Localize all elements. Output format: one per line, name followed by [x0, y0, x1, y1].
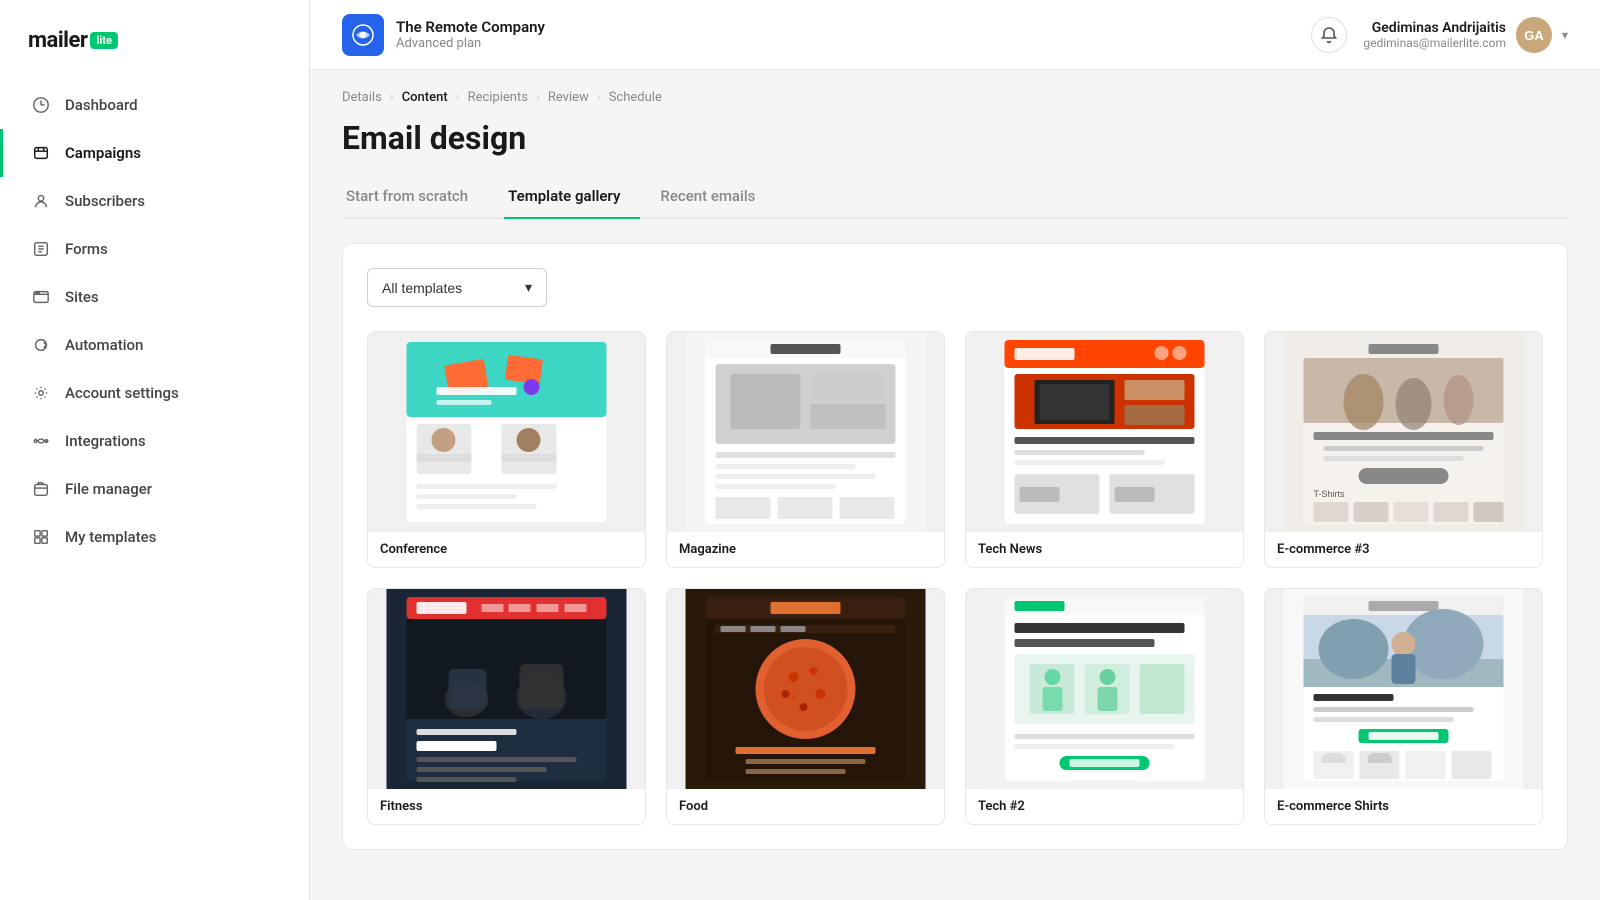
sidebar-item-automation-label: Automation [65, 336, 143, 354]
campaigns-icon [31, 143, 51, 163]
sidebar-item-sites[interactable]: Sites [0, 273, 309, 321]
breadcrumb-review[interactable]: Review [548, 90, 589, 105]
template-label-magazine: Magazine [667, 532, 944, 567]
sidebar-item-dashboard-label: Dashboard [65, 96, 138, 114]
breadcrumb-recipients[interactable]: Recipients [468, 90, 528, 105]
template-label-tech-news: Tech News [966, 532, 1243, 567]
logo-text: mailer [28, 28, 87, 53]
template-thumb-magazine [667, 332, 944, 532]
template-label-ecommerce-3: E-commerce #3 [1265, 532, 1542, 567]
page-title: Email design [342, 119, 1568, 157]
user-menu[interactable]: Gediminas Andrijaitis gediminas@mailerli… [1363, 17, 1568, 53]
settings-icon [31, 383, 51, 403]
template-card-tech-news[interactable]: Tech News [965, 331, 1244, 568]
sidebar: mailerlite Dashboard [0, 0, 310, 900]
template-thumb-ecommerce-3: T-Shirts [1265, 332, 1542, 532]
chevron-down-icon: ▾ [1562, 28, 1568, 42]
sidebar-nav: Dashboard Campaigns Subscrib [0, 73, 309, 900]
template-label-ecommerce-shirt: E-commerce Shirts [1265, 789, 1542, 824]
breadcrumb-sep-2: › [456, 90, 460, 105]
breadcrumb: Details › Content › Recipients › Review … [342, 70, 1568, 119]
svg-text:T-Shirts: T-Shirts [1314, 489, 1346, 499]
breadcrumb-content[interactable]: Content [402, 90, 448, 105]
sidebar-item-file-manager-label: File manager [65, 480, 152, 498]
content-area: Details › Content › Recipients › Review … [310, 70, 1600, 900]
template-label-food: Food [667, 789, 944, 824]
subscribers-icon [31, 191, 51, 211]
breadcrumb-details[interactable]: Details [342, 90, 382, 105]
dashboard-icon [31, 95, 51, 115]
template-thumb-conference [368, 332, 645, 532]
gallery-container: All templates ▾ [342, 243, 1568, 850]
company-plan: Advanced plan [396, 36, 545, 51]
sidebar-item-forms-label: Forms [65, 240, 108, 258]
template-card-conference[interactable]: Conference [367, 331, 646, 568]
breadcrumb-schedule[interactable]: Schedule [609, 90, 662, 105]
notifications-button[interactable] [1311, 17, 1347, 53]
company-name: The Remote Company [396, 18, 545, 36]
logo-badge: lite [90, 32, 118, 49]
sidebar-item-subscribers-label: Subscribers [65, 192, 145, 210]
breadcrumb-sep-4: › [597, 90, 601, 105]
sidebar-item-campaigns[interactable]: Campaigns [0, 129, 309, 177]
sidebar-item-campaigns-label: Campaigns [65, 144, 141, 162]
templates-icon [31, 527, 51, 547]
filter-label: All templates [382, 280, 462, 296]
template-card-fitness[interactable]: Fitness [367, 588, 646, 825]
breadcrumb-sep-1: › [390, 90, 394, 105]
tab-recent-emails[interactable]: Recent emails [656, 177, 775, 219]
user-avatar: GA [1516, 17, 1552, 53]
files-icon [31, 479, 51, 499]
dropdown-chevron-icon: ▾ [525, 279, 532, 296]
template-thumb-tech-news [966, 332, 1243, 532]
templates-grid: Conference [367, 331, 1543, 825]
user-name: Gediminas Andrijaitis [1363, 20, 1506, 36]
template-label-fitness: Fitness [368, 789, 645, 824]
filter-dropdown[interactable]: All templates ▾ [367, 268, 547, 307]
template-thumb-ecommerce-shirt [1265, 589, 1542, 789]
topbar: The Remote Company Advanced plan Gedimin… [310, 0, 1600, 70]
template-card-ecommerce-3[interactable]: T-Shirts E-commerce #3 [1264, 331, 1543, 568]
template-thumb-tech-2 [966, 589, 1243, 789]
tab-bar: Start from scratch Template gallery Rece… [342, 177, 1568, 219]
company-info: The Remote Company Advanced plan [342, 14, 545, 56]
tab-start-from-scratch[interactable]: Start from scratch [342, 177, 488, 219]
template-label-tech-2: Tech #2 [966, 789, 1243, 824]
sites-icon [31, 287, 51, 307]
sidebar-item-account-settings[interactable]: Account settings [0, 369, 309, 417]
main-content: The Remote Company Advanced plan Gedimin… [310, 0, 1600, 900]
sidebar-item-subscribers[interactable]: Subscribers [0, 177, 309, 225]
forms-icon [31, 239, 51, 259]
tab-template-gallery[interactable]: Template gallery [504, 177, 640, 219]
template-card-magazine[interactable]: Magazine [666, 331, 945, 568]
template-card-tech-2[interactable]: Tech #2 [965, 588, 1244, 825]
sidebar-item-integrations[interactable]: Integrations [0, 417, 309, 465]
sidebar-item-automation[interactable]: Automation [0, 321, 309, 369]
sidebar-item-integrations-label: Integrations [65, 432, 146, 450]
svg-text:GA: GA [1524, 28, 1544, 43]
sidebar-item-account-settings-label: Account settings [65, 384, 179, 402]
sidebar-item-my-templates-label: My templates [65, 528, 156, 546]
breadcrumb-sep-3: › [536, 90, 540, 105]
template-thumb-food [667, 589, 944, 789]
template-thumb-fitness [368, 589, 645, 789]
sidebar-item-sites-label: Sites [65, 288, 99, 306]
template-card-food[interactable]: Food [666, 588, 945, 825]
sidebar-item-file-manager[interactable]: File manager [0, 465, 309, 513]
sidebar-item-forms[interactable]: Forms [0, 225, 309, 273]
sidebar-item-dashboard[interactable]: Dashboard [0, 81, 309, 129]
logo: mailerlite [0, 0, 309, 73]
user-email: gediminas@mailerlite.com [1363, 36, 1506, 50]
sidebar-item-my-templates[interactable]: My templates [0, 513, 309, 561]
topbar-right: Gediminas Andrijaitis gediminas@mailerli… [1311, 17, 1568, 53]
company-icon [342, 14, 384, 56]
integrations-icon [31, 431, 51, 451]
template-label-conference: Conference [368, 532, 645, 567]
template-card-ecommerce-shirt[interactable]: E-commerce Shirts [1264, 588, 1543, 825]
automation-icon [31, 335, 51, 355]
filter-dropdown-wrap: All templates ▾ [367, 268, 1543, 307]
